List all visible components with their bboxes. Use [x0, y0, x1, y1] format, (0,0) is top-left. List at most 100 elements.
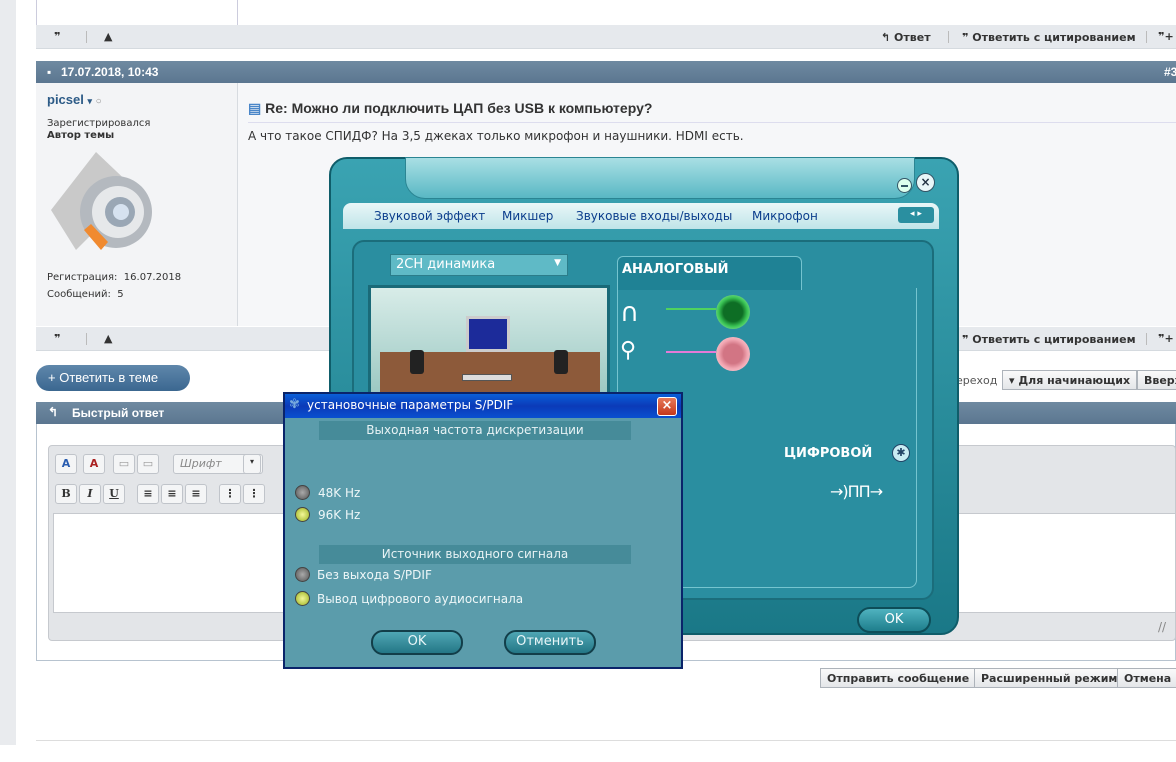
realtek-ok-button[interactable]: OK [857, 607, 931, 633]
headphone-cable [666, 308, 716, 310]
left-speaker-icon[interactable] [410, 350, 424, 374]
send-message-button[interactable]: Отправить сообщение [820, 668, 977, 688]
post-action-bar: ❞ ▲ ↰ Ответ ❞ Ответить с цитированием ❞+ [36, 25, 1176, 49]
radio-digital-output-label[interactable]: Вывод цифрового аудиосигнала [317, 592, 523, 606]
messages-row: Сообщений: 5 [47, 289, 124, 300]
radio-48k-label[interactable]: 48K Hz [318, 486, 360, 500]
report-warning-icon-2[interactable]: ▲ [104, 332, 112, 345]
tab-audio-io[interactable]: Звуковые входы/выходы [576, 209, 732, 223]
radio-96k-selected[interactable] [295, 507, 310, 522]
offline-status-icon: ○ [95, 96, 102, 107]
reply-link[interactable]: ↰ Ответ [881, 31, 931, 44]
ordered-list-icon[interactable]: ⋮ [219, 484, 241, 504]
resize-handle-icon[interactable]: // [1158, 620, 1166, 634]
user-role: Автор темы [47, 130, 115, 141]
align-left-icon[interactable]: ≡ [137, 484, 159, 504]
font-select-label: Шрифт [180, 457, 222, 470]
green-jack-icon[interactable] [716, 295, 750, 329]
bold-button[interactable]: B [55, 484, 77, 504]
dialog-close-button[interactable]: × [657, 397, 677, 416]
align-right-icon[interactable]: ≡ [185, 484, 207, 504]
headphones-icon: ∩ [620, 298, 640, 328]
user-dropdown-icon[interactable]: ▾ [87, 96, 92, 106]
speaker-config-value: 2CH динамика [396, 257, 496, 272]
messages-count: 5 [117, 289, 124, 300]
reply-quote-link-2[interactable]: ❞ Ответить с цитированием [962, 333, 1136, 346]
underline-button[interactable]: U [103, 484, 125, 504]
post-header: ▪ 17.07.2018, 10:43 #3 [36, 61, 1176, 83]
registration-date: 16.07.2018 [123, 272, 182, 283]
monitor-icon [466, 316, 510, 352]
spdif-settings-icon[interactable]: ✱ [892, 444, 910, 462]
radio-96k-label[interactable]: 96K Hz [318, 508, 360, 522]
quote-bubble-icon[interactable]: ❞ [54, 30, 60, 43]
post-title-icon: ▤ [248, 100, 262, 116]
reply-quote-link[interactable]: ❞ Ответить с цитированием [962, 31, 1136, 44]
radio-48k[interactable] [295, 485, 310, 500]
post-title: ▤ Re: Можно ли подключить ЦАП без USB к … [248, 100, 652, 117]
tab-mixer[interactable]: Микшер [502, 209, 553, 223]
combo-arrow-icon: ▼ [554, 258, 561, 268]
paste-icon[interactable]: ▭ [137, 454, 159, 474]
previous-post-bottom [36, 0, 1176, 25]
title-divider [248, 122, 1176, 123]
quick-reply-title: Быстрый ответ [72, 406, 165, 420]
post-title-text: Re: Можно ли подключить ЦАП без USB к ко… [265, 100, 653, 116]
post-body-text: А что такое СПИДФ? На 3,5 джеках только … [248, 129, 744, 143]
text-color-icon[interactable]: A [55, 454, 77, 474]
radio-no-spdif-label[interactable]: Без выхода S/PDIF [317, 568, 432, 582]
messages-label: Сообщений: [47, 289, 111, 300]
dialog-cancel-button[interactable]: Отменить [504, 630, 596, 655]
microphone-icon: ⚲ [620, 338, 637, 363]
registration-row: Регистрация: 16.07.2018 [47, 272, 181, 283]
speaker-config-select[interactable]: 2CH динамика ▼ [390, 254, 568, 276]
left-sidebar-strip [0, 0, 16, 745]
username: picsel [47, 92, 84, 107]
radio-no-spdif[interactable] [295, 567, 310, 582]
minimize-icon[interactable] [897, 178, 912, 193]
tab-scroll-arrows-icon[interactable]: ◂ ▸ [898, 207, 934, 223]
quote-bubble-icon-2[interactable]: ❞ [54, 332, 60, 345]
multiquote-icon[interactable]: ❞+ [1158, 30, 1174, 43]
spdif-output-icon: →)ΠΠ→ [830, 482, 883, 501]
advanced-mode-button[interactable]: Расширенный режим [974, 668, 1125, 688]
username-link[interactable]: picsel ▾ ○ [47, 92, 102, 107]
post-datetime: 17.07.2018, 10:43 [61, 65, 159, 79]
reply-in-thread-button[interactable]: + Ответить в теме [36, 365, 190, 391]
tab-sound-effect[interactable]: Звуковой эффект [374, 209, 485, 223]
remove-format-icon[interactable]: A [83, 454, 105, 474]
footer-divider [36, 740, 1176, 741]
dialog-ok-button[interactable]: OK [371, 630, 463, 655]
cut-icon[interactable]: ▭ [113, 454, 135, 474]
post-number[interactable]: #3 [1164, 65, 1176, 79]
sample-rate-section-header: Выходная частота дискретизации [319, 421, 631, 440]
user-status: Зарегистрировался [47, 118, 151, 129]
output-source-section-header: Источник выходного сигнала [319, 545, 631, 564]
digital-section-label: ЦИФРОВОЙ [784, 446, 873, 461]
tab-microphone[interactable]: Микрофон [752, 209, 818, 223]
quick-nav-label: ереход [956, 374, 998, 387]
forum-jump-select[interactable]: ▾ Для начинающих [1002, 370, 1138, 390]
font-dropdown-icon[interactable]: ▾ [243, 454, 261, 474]
right-speaker-icon[interactable] [554, 350, 568, 374]
multiquote-icon-2[interactable]: ❞+ [1158, 332, 1174, 345]
cancel-button[interactable]: Отмена [1117, 668, 1176, 688]
go-top-button[interactable]: Вверх [1137, 370, 1176, 390]
realtek-app-icon: ✾ [289, 397, 300, 412]
report-warning-icon[interactable]: ▲ [104, 30, 112, 43]
keyboard-icon [462, 374, 512, 381]
post-doc-icon: ▪ [47, 65, 52, 79]
speaker-avatar-icon [51, 152, 152, 250]
align-center-icon[interactable]: ≡ [161, 484, 183, 504]
radio-digital-output-selected[interactable] [295, 591, 310, 606]
unordered-list-icon[interactable]: ⋮ [243, 484, 265, 504]
realtek-top-bar [405, 157, 915, 199]
user-avatar[interactable] [46, 150, 166, 260]
registration-label: Регистрация: [47, 272, 118, 283]
italic-button[interactable]: I [79, 484, 101, 504]
pink-jack-icon[interactable] [716, 337, 750, 371]
spdif-dialog-titlebar: ✾ установочные параметры S/PDIF [285, 394, 681, 418]
reply-label: Ответ [894, 31, 931, 44]
close-panel-icon[interactable]: × [916, 173, 935, 192]
spdif-dialog-title: установочные параметры S/PDIF [307, 398, 514, 412]
